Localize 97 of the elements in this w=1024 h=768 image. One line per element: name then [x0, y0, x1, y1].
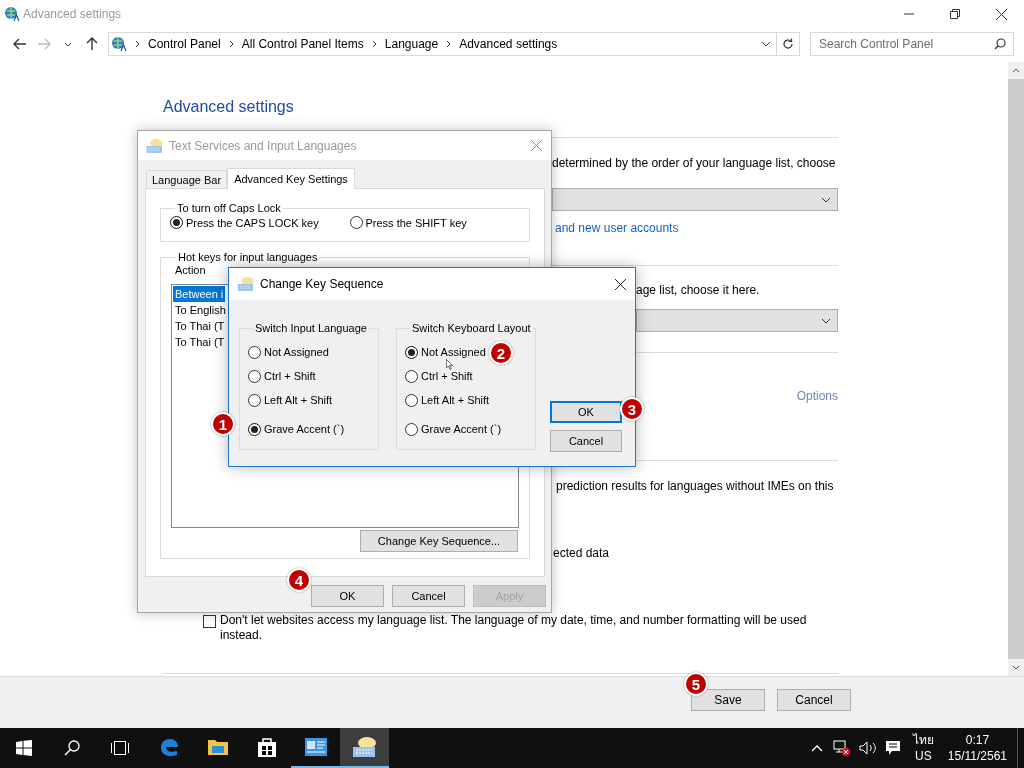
step-number-badge: 3 [620, 397, 644, 421]
column-header: Action [174, 264, 207, 278]
options-link[interactable]: Options [796, 389, 838, 403]
radio-button[interactable] [248, 393, 261, 407]
back-arrow-icon [13, 38, 27, 50]
speaker-icon [858, 741, 877, 755]
caret-up-icon [810, 744, 823, 752]
list-item[interactable]: Between i [173, 286, 226, 302]
radio-label: Left Alt + Shift [264, 394, 333, 406]
group-title: Switch Input Language [254, 322, 368, 334]
chevron-icon [228, 40, 234, 48]
radio-label: Not Assigned [421, 346, 486, 358]
setting-description: age list, choose it here. [636, 282, 761, 298]
globe-icon [111, 36, 127, 52]
scroll-down-icon [1012, 665, 1020, 670]
checkbox[interactable] [203, 615, 216, 628]
close-icon [995, 8, 1007, 20]
refresh-icon [782, 38, 794, 50]
radio-button[interactable] [248, 345, 261, 359]
radio-label: Left Alt + Shift [421, 394, 490, 406]
dialog-title: Change Key Sequence [260, 277, 384, 291]
mouse-pointer-icon [446, 359, 453, 370]
cancel-button[interactable]: Cancel [392, 585, 465, 607]
page-heading: Advanced settings [163, 97, 295, 117]
radio-button[interactable] [248, 422, 261, 436]
radio-label: Grave Accent (`) [421, 423, 502, 435]
tab[interactable]: Language Bar [146, 170, 228, 188]
chevron-down-icon [761, 41, 771, 47]
close-icon [530, 140, 542, 151]
close-icon [614, 278, 626, 290]
radio-button[interactable] [248, 369, 261, 383]
radio-label: Press the SHIFT key [365, 216, 467, 229]
breadcrumb[interactable]: Advanced settings [459, 37, 558, 51]
change-key-sequence-button[interactable]: Change Key Sequence... [360, 530, 518, 552]
control-panel-icon [303, 737, 328, 757]
clock[interactable]: 0:17 15/11/2561 [941, 728, 1017, 768]
checkbox-label: Don't let websites access my language list. The language of my date, time, and number formatting will be used instead. [220, 613, 808, 643]
radio-button[interactable] [349, 216, 363, 229]
radio-label: Ctrl + Shift [421, 370, 473, 382]
chevron-icon [371, 40, 377, 48]
caret-icon [64, 41, 72, 47]
scrollbar[interactable] [1008, 62, 1024, 676]
radio-label: Not Assigned [264, 346, 329, 358]
list-item[interactable]: To Thai (T [173, 318, 227, 334]
group-title: Switch Keyboard Layout [411, 322, 532, 334]
radio-button[interactable] [405, 369, 418, 383]
message-icon [884, 740, 901, 756]
task-view-icon [110, 740, 130, 756]
up-arrow-icon [86, 37, 98, 51]
tab[interactable]: Advanced Key Settings [227, 168, 355, 189]
radio-button[interactable] [405, 422, 418, 436]
chevron-down-icon [821, 317, 831, 324]
network-error-icon [832, 740, 851, 756]
keyboard-icon [146, 137, 164, 154]
breadcrumb[interactable]: All Control Panel Items [241, 37, 364, 51]
breadcrumb[interactable]: Language [384, 37, 439, 51]
radio-button[interactable] [405, 393, 418, 407]
step-number-badge: 5 [684, 672, 708, 696]
shopping-bag-icon [256, 736, 277, 758]
restore-icon [950, 9, 960, 19]
chevron-icon [446, 40, 452, 48]
chevron-icon [135, 40, 140, 48]
setting-description: ected data [553, 545, 611, 561]
search-icon [64, 740, 80, 756]
breadcrumb[interactable]: Control Panel [148, 37, 221, 51]
group-title: To turn off Caps Lock [176, 202, 282, 214]
radio-button[interactable] [170, 216, 183, 229]
ok-button[interactable]: OK [311, 585, 384, 607]
radio-label: Ctrl + Shift [264, 370, 316, 382]
settings-link[interactable]: and new user accounts [555, 221, 679, 235]
list-item[interactable]: To Thai (T [173, 334, 227, 350]
forward-arrow-icon [37, 38, 51, 50]
address-bar[interactable]: Control Panel All Control Panel Items Language Advanced settings [108, 32, 800, 56]
list-item[interactable]: To English [173, 302, 228, 318]
radio-label: Grave Accent (`) [264, 423, 345, 435]
setting-description: determined by the order of your language list, choose [552, 155, 837, 171]
dialog-title: Text Services and Input Languages [169, 138, 357, 153]
chevron-down-icon [821, 196, 831, 203]
cancel-button[interactable]: Cancel [550, 430, 622, 452]
ok-button[interactable]: OK [550, 401, 622, 423]
windows-logo-icon [16, 740, 32, 756]
keyboard-icon [351, 736, 378, 758]
window-title: Advanced settings [23, 7, 122, 21]
group-title: Hot keys for input languages [177, 251, 319, 263]
radio-label: Press the CAPS LOCK key [186, 216, 319, 229]
setting-description: prediction results for languages without IMEs on this [556, 478, 835, 494]
search-field[interactable]: Search Control Panel [810, 32, 1014, 56]
cancel-button[interactable]: Cancel [777, 688, 851, 711]
input-language-button[interactable]: ไทย US [904, 728, 942, 768]
minimize-icon [904, 13, 914, 15]
keyboard-icon [237, 276, 255, 292]
search-icon [994, 38, 1006, 50]
globe-icon [4, 6, 20, 22]
folder-icon [206, 737, 229, 757]
radio-button[interactable] [405, 345, 418, 359]
scroll-up-icon [1012, 68, 1020, 73]
keyboard-app-button[interactable] [340, 728, 389, 768]
